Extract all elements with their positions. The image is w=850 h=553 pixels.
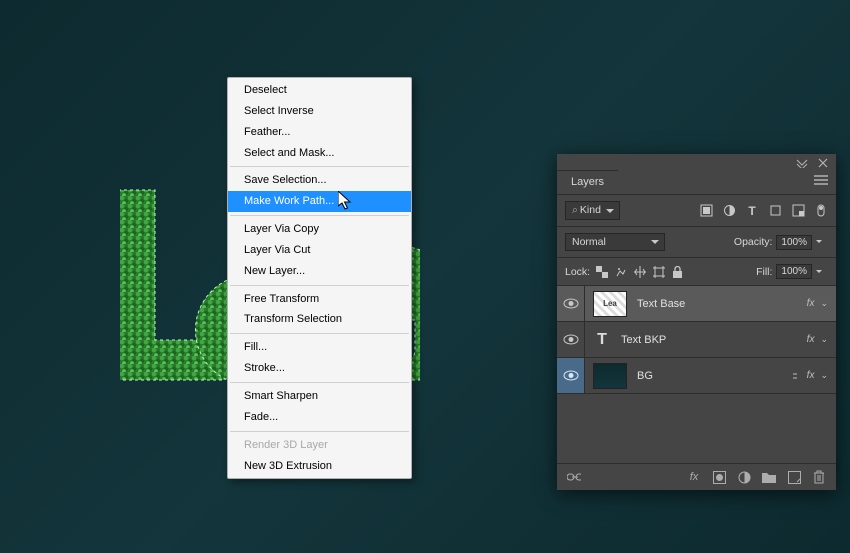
menu-stroke[interactable]: Stroke... — [228, 358, 411, 379]
layers-empty-area — [557, 394, 836, 464]
tab-layers[interactable]: Layers — [557, 170, 618, 194]
menu-free-transform[interactable]: Free Transform — [228, 289, 411, 310]
fx-badge[interactable]: fx — [807, 298, 815, 309]
visibility-toggle[interactable] — [557, 322, 585, 357]
menu-save-selection[interactable]: Save Selection... — [228, 170, 411, 191]
close-icon[interactable] — [818, 158, 828, 168]
filter-shape-icon[interactable] — [768, 204, 782, 218]
menu-smart-sharpen[interactable]: Smart Sharpen — [228, 386, 411, 407]
layer-row[interactable]: T Text BKP fx ⌄ — [557, 322, 836, 358]
layer-row[interactable]: BG fx ⌄ — [557, 358, 836, 394]
layer-name[interactable]: Text Base — [637, 298, 685, 310]
layer-name[interactable]: Text BKP — [621, 334, 666, 346]
panel-menu-icon[interactable] — [806, 170, 836, 194]
fx-badge[interactable]: fx — [807, 370, 815, 381]
menu-separator — [230, 382, 409, 383]
chevron-down-icon[interactable]: ⌄ — [820, 298, 828, 309]
chevron-down-icon[interactable]: ⌄ — [820, 334, 828, 345]
lock-label: Lock: — [565, 266, 590, 278]
menu-layer-via-cut[interactable]: Layer Via Cut — [228, 240, 411, 261]
menu-select-and-mask[interactable]: Select and Mask... — [228, 143, 411, 164]
lock-image-icon[interactable] — [615, 266, 627, 278]
group-icon[interactable] — [762, 470, 776, 484]
adjustment-icon[interactable] — [737, 470, 751, 484]
layer-row[interactable]: Text Base fx ⌄ — [557, 286, 836, 322]
menu-fill[interactable]: Fill... — [228, 337, 411, 358]
filter-type-icon[interactable]: T — [745, 204, 759, 218]
context-menu: Deselect Select Inverse Feather... Selec… — [227, 77, 412, 479]
trash-icon[interactable] — [812, 470, 826, 484]
menu-new-layer[interactable]: New Layer... — [228, 261, 411, 282]
menu-make-work-path[interactable]: Make Work Path... — [228, 191, 411, 212]
filter-toggle-icon[interactable] — [814, 204, 828, 218]
opacity-value[interactable]: 100% — [776, 235, 812, 250]
fill-label: Fill: — [756, 266, 772, 278]
menu-separator — [230, 215, 409, 216]
layer-thumb[interactable] — [593, 291, 627, 317]
kind-dropdown[interactable]: ⌕Kind — [565, 201, 620, 220]
mask-icon[interactable] — [712, 470, 726, 484]
opacity-label: Opacity: — [734, 236, 773, 248]
visibility-toggle[interactable] — [557, 286, 585, 321]
layer-name[interactable]: BG — [637, 370, 653, 382]
menu-transform-selection[interactable]: Transform Selection — [228, 309, 411, 330]
layers-panel: Layers ⌕Kind T Normal Opacity: 100% Lock… — [557, 154, 836, 490]
layer-thumb[interactable] — [593, 363, 627, 389]
blend-mode-dropdown[interactable]: Normal — [565, 233, 665, 251]
menu-feather[interactable]: Feather... — [228, 122, 411, 143]
lock-transparent-icon[interactable] — [596, 266, 608, 278]
menu-separator — [230, 431, 409, 432]
menu-separator — [230, 285, 409, 286]
menu-render-3d-layer: Render 3D Layer — [228, 435, 411, 456]
lock-position-icon[interactable] — [634, 266, 646, 278]
lock-artboard-icon[interactable] — [653, 266, 665, 278]
link-layers-icon[interactable] — [567, 470, 581, 484]
lock-all-icon[interactable] — [672, 266, 683, 278]
menu-new-3d-extrusion[interactable]: New 3D Extrusion — [228, 456, 411, 477]
fill-value[interactable]: 100% — [776, 264, 812, 279]
fx-badge[interactable]: fx — [807, 334, 815, 345]
layer-thumb[interactable]: T — [593, 327, 611, 353]
collapse-icon[interactable] — [796, 158, 808, 168]
menu-separator — [230, 166, 409, 167]
menu-deselect[interactable]: Deselect — [228, 80, 411, 101]
fx-icon[interactable]: fx — [687, 470, 701, 484]
menu-layer-via-copy[interactable]: Layer Via Copy — [228, 219, 411, 240]
menu-fade[interactable]: Fade... — [228, 407, 411, 428]
new-layer-icon[interactable] — [787, 470, 801, 484]
menu-separator — [230, 333, 409, 334]
filter-smart-icon[interactable] — [791, 204, 805, 218]
visibility-toggle[interactable] — [557, 358, 585, 393]
filter-pixel-icon[interactable] — [699, 204, 713, 218]
chevron-down-icon[interactable]: ⌄ — [820, 370, 828, 381]
menu-select-inverse[interactable]: Select Inverse — [228, 101, 411, 122]
filter-adjustment-icon[interactable] — [722, 204, 736, 218]
link-icon[interactable] — [789, 371, 801, 381]
